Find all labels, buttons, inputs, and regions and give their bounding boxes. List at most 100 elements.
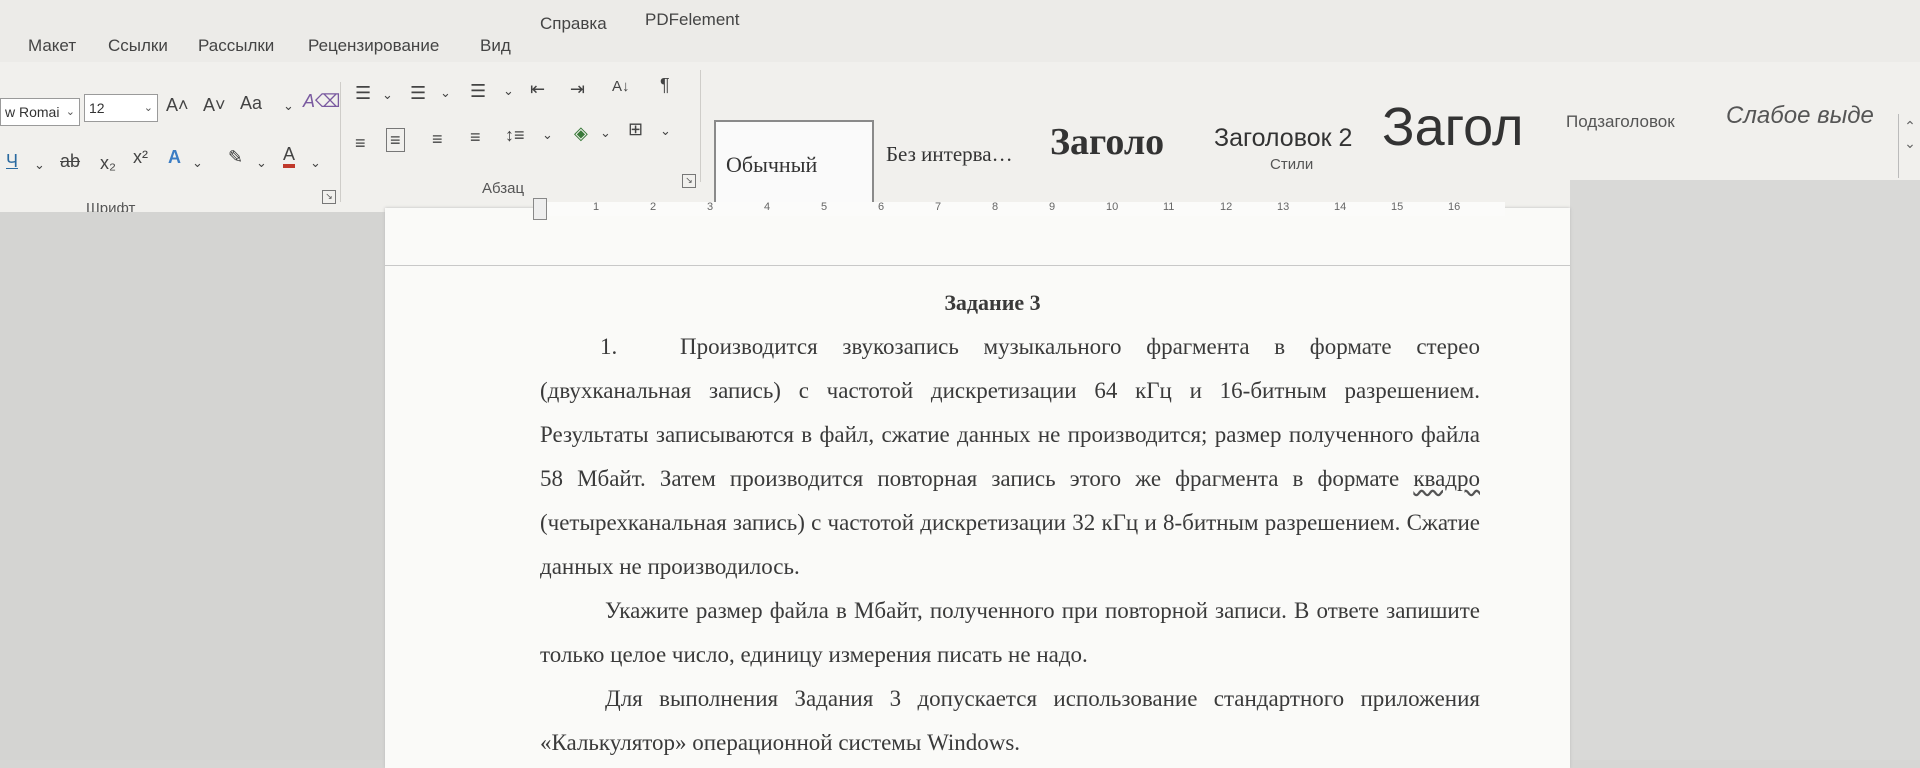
decrease-indent-icon[interactable]: ⇤ [530, 78, 545, 100]
ruler-number: 16 [1448, 201, 1461, 213]
bullets-icon[interactable]: ☰ [355, 82, 371, 104]
ruler-number: 8 [992, 201, 999, 213]
chevron-up-icon[interactable]: ⌃ [1899, 118, 1920, 135]
increase-indent-icon[interactable]: ⇥ [570, 78, 585, 100]
align-right-icon[interactable]: ≡ [432, 128, 443, 150]
style-heading-1-label: Заголо [1050, 121, 1165, 163]
chevron-down-icon[interactable]: ⌄ [382, 84, 393, 106]
paragraph-1: 1. Производится звукозапись музыкального … [540, 325, 1480, 589]
align-left-icon[interactable]: ≡ [355, 132, 366, 154]
font-dialog-launcher-icon[interactable]: ↘ [322, 190, 336, 204]
multilevel-list-icon[interactable]: ☰ [470, 80, 486, 102]
chevron-down-icon[interactable]: ⌄ [1899, 135, 1920, 152]
ruler-text-area [540, 202, 1505, 216]
font-color-button[interactable]: A [283, 144, 296, 168]
change-case-button[interactable]: Aa [240, 92, 262, 114]
strikethrough-button[interactable]: ab [60, 150, 80, 172]
group-separator [340, 82, 341, 202]
ruler-number: 4 [764, 201, 771, 213]
superscript-button[interactable]: x² [133, 146, 148, 168]
style-heading-2-label: Заголовок 2 [1214, 123, 1353, 152]
style-heading-1[interactable]: Заголо [1040, 102, 1210, 182]
style-subtitle-label: Подзаголовок [1566, 112, 1675, 131]
style-title[interactable]: Загол [1372, 82, 1552, 172]
style-subtitle[interactable]: Подзаголовок [1556, 82, 1726, 162]
underline-button[interactable]: Ч [6, 150, 18, 172]
document-body[interactable]: 1. Производится звукозапись музыкального … [540, 325, 1480, 765]
chevron-down-icon[interactable]: ⌄ [256, 152, 267, 174]
clear-formatting-icon[interactable]: A⌫ [303, 90, 340, 112]
ruler-number: 5 [821, 201, 828, 213]
justify-icon[interactable]: ≡ [470, 126, 481, 148]
shrink-font-button[interactable]: A˅ [203, 94, 226, 116]
ruler-number: 12 [1220, 201, 1233, 213]
document-title: Задание 3 [944, 290, 1041, 315]
grow-font-button[interactable]: A˄ [166, 94, 189, 116]
font-size-value: 12 [89, 100, 105, 116]
paragraph-3: Для выполнения Задания 3 допускается исп… [540, 686, 1480, 755]
ruler-number: 1 [593, 201, 600, 213]
ruler-number: 3 [707, 201, 714, 213]
text-effects-button[interactable]: A [168, 146, 181, 168]
tab-review[interactable]: Рецензирование [308, 36, 439, 56]
chevron-down-icon[interactable]: ⌄ [440, 82, 451, 104]
paragraph-1-text-end: (четырехканальная запись) с частотой дис… [540, 510, 1480, 579]
style-normal-label: Обычный [726, 152, 818, 177]
chevron-down-icon[interactable]: ⌄ [310, 152, 321, 174]
chevron-down-icon: ⌄ [65, 106, 75, 118]
paragraph-group-label: Абзац [482, 180, 525, 197]
ruler-number: 11 [1163, 201, 1175, 213]
numbering-icon[interactable]: ☰ [410, 82, 426, 104]
list-number: 1. [600, 334, 618, 359]
ruler-number: 10 [1106, 201, 1119, 213]
chevron-down-icon[interactable]: ⌄ [192, 152, 203, 174]
spellcheck-flagged-word[interactable]: квадро [1413, 466, 1480, 491]
horizontal-ruler[interactable]: 1 2 3 4 5 6 7 8 9 10 11 12 13 14 15 16 [385, 198, 1575, 220]
ruler-number: 6 [878, 201, 885, 213]
align-center-icon[interactable]: ≡ [386, 128, 405, 152]
tab-view[interactable]: Вид [480, 36, 511, 56]
paragraph-dialog-launcher-icon[interactable]: ↘ [682, 174, 696, 188]
style-no-spacing[interactable]: Без интерва… [876, 114, 1041, 194]
style-normal[interactable]: Обычный [714, 120, 874, 210]
document-page[interactable]: Задание 3 1. Производится звукозапись муз… [385, 208, 1570, 768]
font-size-combo[interactable]: 12 ⌄ [84, 94, 158, 122]
indent-marker-icon[interactable] [533, 198, 547, 220]
header-boundary [385, 265, 1570, 266]
tab-pdfelement[interactable]: PDFelement [645, 10, 739, 30]
tab-mailings[interactable]: Рассылки [198, 36, 274, 56]
pilcrow-button[interactable]: ¶ [660, 74, 670, 96]
tab-layout[interactable]: Макет [28, 36, 76, 56]
canvas-right [1570, 180, 1920, 760]
styles-group-label: Стили [1270, 156, 1314, 173]
highlighter-icon[interactable]: ✎ [228, 146, 243, 168]
chevron-down-icon[interactable]: ⌄ [503, 80, 514, 102]
ruler-number: 7 [935, 201, 942, 213]
style-title-label: Загол [1382, 97, 1524, 157]
style-subtle-emphasis-label: Слабое выде [1726, 102, 1874, 129]
font-name-combo[interactable]: w Romai ⌄ [0, 98, 80, 126]
style-subtle-emphasis[interactable]: Слабое выде [1716, 76, 1898, 156]
ruler-number: 13 [1277, 201, 1290, 213]
tab-references[interactable]: Ссылки [108, 36, 168, 56]
subscript-button[interactable]: x₂ [100, 152, 116, 174]
ribbon-tab-bar: Макет Ссылки Рассылки Рецензирование Вид… [0, 0, 1920, 62]
shading-icon[interactable]: ◈ [574, 122, 588, 144]
ruler-number: 9 [1049, 201, 1056, 213]
line-spacing-icon[interactable]: ↕≡ [505, 124, 525, 146]
tab-help[interactable]: Справка [540, 14, 607, 34]
chevron-down-icon[interactable]: ⌄ [34, 154, 45, 176]
chevron-down-icon[interactable]: ⌄ [660, 120, 671, 142]
sort-button[interactable]: A↓ [612, 76, 630, 98]
font-name-value: w Romai [5, 104, 60, 120]
chevron-down-icon[interactable]: ⌄ [542, 124, 553, 146]
styles-gallery-scroll[interactable]: ⌃ ⌄ [1898, 114, 1920, 178]
paragraph-1-text: Производится звукозапись музыкального фр… [540, 334, 1480, 491]
chevron-down-icon[interactable]: ⌄ [600, 122, 611, 144]
ruler-number: 15 [1391, 201, 1404, 213]
chevron-down-icon[interactable]: ⌄ [283, 95, 294, 117]
chevron-down-icon: ⌄ [143, 102, 153, 114]
style-no-spacing-label: Без интерва… [886, 141, 1013, 166]
borders-icon[interactable]: ⊞ [628, 118, 643, 140]
paragraph-2: Укажите размер файла в Мбайт, полученног… [540, 598, 1480, 667]
